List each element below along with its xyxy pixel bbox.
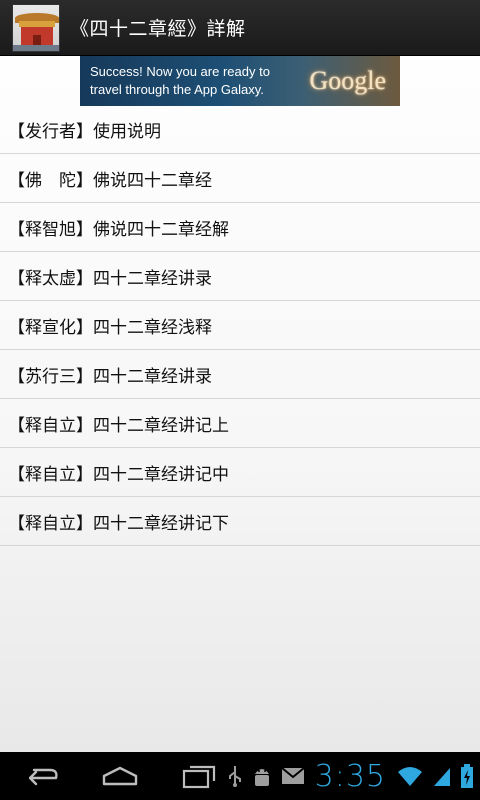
- home-button[interactable]: [80, 752, 160, 800]
- usb-icon: [228, 766, 241, 787]
- list-item-label: 【释太虚】四十二章经讲录: [8, 268, 212, 289]
- list-item-label: 【佛 陀】佛说四十二章经: [8, 170, 212, 191]
- ad-text: Success! Now you are ready to travel thr…: [90, 63, 270, 99]
- list-item[interactable]: 【发行者】使用说明: [0, 106, 480, 154]
- list-item[interactable]: 【释智旭】佛说四十二章经解: [0, 203, 480, 252]
- ad-text-line2: travel through the App Galaxy.: [90, 82, 264, 97]
- wifi-icon: [398, 767, 422, 786]
- system-nav-bar: 3:35: [0, 752, 480, 800]
- chapter-list: 【发行者】使用说明 【佛 陀】佛说四十二章经 【释智旭】佛说四十二章经解 【释太…: [0, 106, 480, 546]
- list-item-label: 【释自立】四十二章经讲记下: [8, 513, 229, 534]
- ad-banner[interactable]: Success! Now you are ready to travel thr…: [80, 56, 400, 106]
- back-icon: [28, 768, 58, 786]
- list-item-label: 【释自立】四十二章经讲记上: [8, 415, 229, 436]
- battery-charging-icon: [461, 764, 473, 788]
- ad-text-line1: Success! Now you are ready to: [90, 64, 270, 79]
- clock: 3:35: [314, 758, 386, 794]
- page-title: 《四十二章經》詳解: [70, 18, 246, 40]
- list-item[interactable]: 【佛 陀】佛说四十二章经: [0, 154, 480, 203]
- android-debug-icon: [254, 769, 269, 786]
- list-item-label: 【苏行三】四十二章经讲录: [8, 366, 212, 387]
- list-item[interactable]: 【释自立】四十二章经讲记下: [0, 497, 480, 546]
- list-item[interactable]: 【释太虚】四十二章经讲录: [0, 252, 480, 301]
- gmail-icon: [280, 767, 305, 784]
- recents-icon: [182, 765, 216, 789]
- list-item[interactable]: 【释宣化】四十二章经浅释: [0, 301, 480, 350]
- ad-logo: Google: [309, 66, 386, 95]
- back-button[interactable]: [0, 752, 80, 800]
- list-item-label: 【释宣化】四十二章经浅释: [8, 317, 212, 338]
- list-item[interactable]: 【释自立】四十二章经讲记中: [0, 448, 480, 497]
- temple-icon[interactable]: [12, 3, 60, 52]
- status-area: 3:35: [227, 752, 474, 800]
- list-item-label: 【释自立】四十二章经讲记中: [8, 464, 229, 485]
- list-item[interactable]: 【释自立】四十二章经讲记上: [0, 399, 480, 448]
- list-item-label: 【释智旭】佛说四十二章经解: [8, 219, 229, 240]
- list-item[interactable]: 【苏行三】四十二章经讲录: [0, 350, 480, 399]
- signal-icon: [434, 768, 450, 786]
- list-item-label: 【发行者】使用说明: [8, 122, 161, 142]
- home-icon: [102, 766, 138, 786]
- action-bar: 《四十二章經》詳解: [0, 0, 480, 56]
